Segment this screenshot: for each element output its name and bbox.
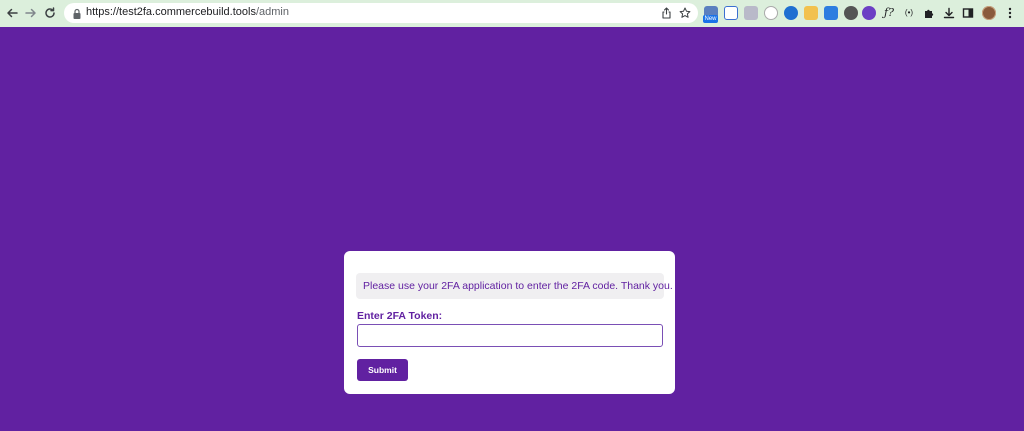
download-icon[interactable] bbox=[942, 6, 956, 20]
url-host: https://test2fa.commercebuild.tools bbox=[86, 6, 256, 18]
extension-3-icon[interactable] bbox=[744, 6, 758, 20]
puzzle-icon[interactable] bbox=[922, 6, 936, 20]
token-label: Enter 2FA Token: bbox=[357, 310, 443, 322]
star-icon[interactable] bbox=[677, 5, 693, 21]
browser-toolbar: https://test2fa.commercebuild.tools/admi… bbox=[0, 0, 1024, 27]
profile-avatar[interactable] bbox=[982, 6, 996, 20]
two-factor-notice: Please use your 2FA application to enter… bbox=[356, 273, 673, 299]
back-arrow-icon[interactable] bbox=[4, 5, 20, 21]
forward-arrow-icon[interactable] bbox=[23, 5, 39, 21]
url-text[interactable]: https://test2fa.commercebuild.tools/admi… bbox=[86, 6, 289, 18]
side-panel-icon[interactable] bbox=[961, 6, 975, 20]
extension-4-icon[interactable] bbox=[764, 6, 778, 20]
extension-5-icon[interactable] bbox=[784, 6, 798, 20]
extension-2-icon[interactable] bbox=[724, 6, 738, 20]
reload-icon[interactable] bbox=[42, 5, 58, 21]
token-input[interactable] bbox=[357, 324, 663, 347]
new-badge: New bbox=[703, 15, 718, 23]
extension-9-icon[interactable] bbox=[862, 6, 876, 20]
extension-7-icon[interactable] bbox=[824, 6, 838, 20]
extension-6-icon[interactable] bbox=[804, 6, 818, 20]
broadcast-extension-icon[interactable]: (•) bbox=[902, 6, 916, 20]
url-path: /admin bbox=[255, 6, 289, 18]
two-factor-card: Please use your 2FA application to enter… bbox=[344, 251, 675, 394]
submit-button[interactable]: Submit bbox=[357, 359, 408, 381]
kebab-menu-icon[interactable] bbox=[1003, 6, 1017, 20]
formula-extension-icon[interactable]: ƒ? bbox=[882, 6, 896, 20]
extension-8-icon[interactable] bbox=[844, 6, 858, 20]
lock-icon[interactable] bbox=[72, 7, 82, 19]
share-icon[interactable] bbox=[658, 5, 674, 21]
address-bar[interactable]: https://test2fa.commercebuild.tools/admi… bbox=[64, 3, 698, 23]
